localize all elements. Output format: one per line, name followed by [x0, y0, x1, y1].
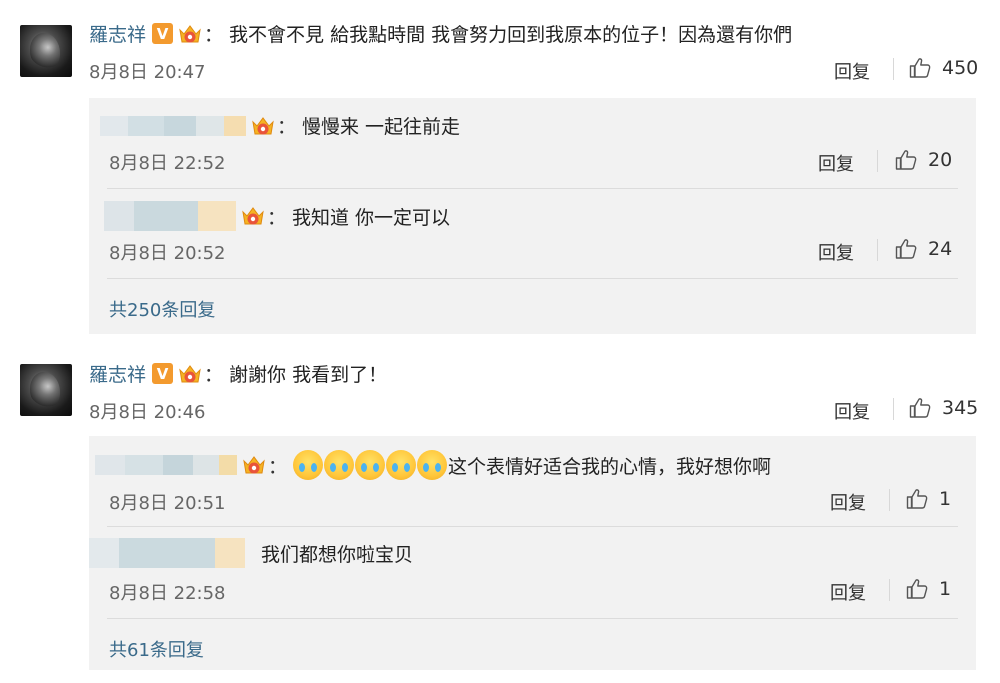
verified-badge-icon: V — [152, 363, 174, 384]
reply-header: ： 慢慢来 一起往前走 — [100, 112, 460, 139]
reply-text: 我知道 你一定可以 — [292, 206, 451, 229]
masked-username — [89, 538, 119, 568]
divider — [893, 58, 894, 80]
divider — [893, 398, 894, 420]
reply-text: 慢慢来 一起往前走 — [302, 116, 461, 138]
divider — [877, 239, 878, 261]
reply-divider — [107, 188, 958, 189]
thumbs-up-icon — [905, 577, 929, 601]
like-button[interactable]: 450 — [908, 56, 978, 80]
like-button[interactable]: 24 — [894, 237, 952, 261]
like-count: 345 — [942, 397, 979, 419]
replies-panel: ： 这个表情好适合我的心情，我好想你啊 8月8日 20:51 回复 1 我们都想… — [89, 436, 976, 670]
timestamp: 8月8日 20:51 — [109, 493, 226, 514]
comment-header: 羅志祥 V ： 謝謝你 我看到了！ — [89, 360, 387, 387]
reply-text: 这个表情好适合我的心情，我好想你啊 — [448, 455, 772, 478]
crying-face-emoji — [386, 450, 417, 480]
reply-button[interactable]: 回复 — [834, 398, 870, 424]
like-count: 450 — [942, 57, 979, 79]
like-button[interactable]: 1 — [905, 577, 951, 601]
thumbs-up-icon — [905, 487, 929, 511]
colon: ： — [204, 24, 224, 46]
comment-header: 羅志祥 V ： 我不會不見 給我點時間 我會努力回到我原本的位子！因為還有你們 — [89, 20, 792, 47]
reply-button[interactable]: 回复 — [818, 150, 854, 176]
reply-divider — [107, 278, 958, 279]
crown-badge-icon — [250, 115, 276, 137]
crown-badge-icon — [177, 23, 203, 45]
reply-header: ： 我知道 你一定可以 — [104, 201, 450, 231]
reply-button[interactable]: 回复 — [818, 239, 854, 265]
timestamp: 8月8日 20:47 — [89, 62, 206, 83]
thumbs-up-icon — [894, 237, 918, 261]
like-count: 20 — [928, 149, 953, 171]
view-all-replies-link[interactable]: 共61条回复 — [109, 636, 204, 662]
crying-face-emoji — [293, 450, 324, 480]
crying-face-emoji — [355, 450, 386, 480]
username[interactable]: 羅志祥 — [89, 20, 146, 47]
comment-text: 我不會不見 給我點時間 我會努力回到我原本的位子！因為還有你們 — [229, 24, 793, 46]
timestamp: 8月8日 22:52 — [109, 153, 226, 174]
colon: ： — [277, 116, 297, 138]
like-count: 1 — [939, 578, 952, 600]
username[interactable]: 羅志祥 — [89, 360, 146, 387]
timestamp: 8月8日 20:52 — [109, 243, 226, 264]
thumbs-up-icon — [894, 148, 918, 172]
crown-badge-icon — [241, 454, 267, 476]
reply-button[interactable]: 回复 — [834, 58, 870, 84]
like-button[interactable]: 345 — [908, 396, 978, 420]
verified-badge-icon: V — [152, 23, 174, 44]
reply-text: 我们都想你啦宝贝 — [261, 543, 414, 566]
like-count: 1 — [939, 488, 952, 510]
like-count: 24 — [928, 238, 953, 260]
like-button[interactable]: 1 — [905, 487, 951, 511]
reply-header: ： 这个表情好适合我的心情，我好想你啊 — [95, 450, 771, 480]
avatar[interactable] — [20, 25, 72, 77]
crown-badge-icon — [177, 363, 203, 385]
reply-divider — [107, 618, 958, 619]
avatar[interactable] — [20, 364, 72, 416]
thumbs-up-icon — [908, 396, 932, 420]
masked-username — [100, 115, 128, 136]
crown-badge-icon — [240, 205, 266, 227]
crying-face-emoji — [324, 450, 355, 480]
crying-face-emoji — [417, 450, 448, 480]
reply-header: 我们都想你啦宝贝 — [89, 538, 413, 568]
reply-divider — [107, 526, 958, 527]
masked-username — [104, 201, 134, 231]
colon: ： — [267, 206, 287, 229]
colon: ： — [204, 364, 224, 386]
reply-button[interactable]: 回复 — [830, 489, 866, 515]
masked-username — [95, 455, 125, 475]
colon: ： — [268, 455, 288, 478]
comment-text: 謝謝你 我看到了！ — [229, 364, 388, 386]
divider — [889, 579, 890, 601]
timestamp: 8月8日 22:58 — [109, 583, 226, 604]
thumbs-up-icon — [908, 56, 932, 80]
timestamp: 8月8日 20:46 — [89, 402, 206, 423]
like-button[interactable]: 20 — [894, 148, 952, 172]
divider — [877, 150, 878, 172]
replies-panel: ： 慢慢来 一起往前走 8月8日 22:52 回复 20 ： 我知道 你一定可以… — [89, 98, 976, 334]
reply-button[interactable]: 回复 — [830, 579, 866, 605]
divider — [889, 489, 890, 511]
view-all-replies-link[interactable]: 共250条回复 — [109, 296, 215, 322]
